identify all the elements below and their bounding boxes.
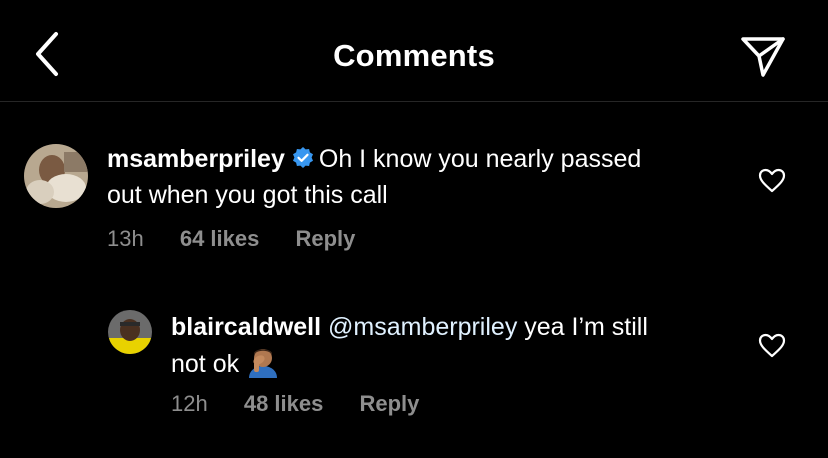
like-button[interactable] xyxy=(758,333,786,359)
mention-link[interactable]: @msamberpriley xyxy=(328,313,517,341)
like-button[interactable] xyxy=(758,168,786,194)
heart-icon xyxy=(758,168,786,193)
comment-username[interactable]: blaircaldwell xyxy=(171,313,321,341)
man-facepalming-emoji xyxy=(246,344,280,387)
verified-badge-icon xyxy=(291,146,315,179)
comment-body-line1: yea I’m still xyxy=(524,313,648,341)
comment-body-line2: out when you got this call xyxy=(107,181,388,209)
reply-button[interactable]: Reply xyxy=(295,226,355,252)
comment-item: msamberpriley Oh I know you nearly passed… xyxy=(0,102,828,262)
comment-body-line1: Oh I know you nearly passed xyxy=(318,145,642,173)
comment-body-line2: not ok xyxy=(171,350,240,378)
comment-text: msamberpriley Oh I know you nearly passed… xyxy=(107,143,747,212)
likes-count[interactable]: 48 likes xyxy=(244,391,324,417)
avatar[interactable] xyxy=(108,310,152,354)
comments-header: Comments xyxy=(0,0,828,102)
reply-button[interactable]: Reply xyxy=(359,391,419,417)
comment-username[interactable]: msamberpriley xyxy=(107,145,285,173)
comment-meta: 12h 48 likes Reply xyxy=(171,391,419,417)
avatar[interactable] xyxy=(24,144,88,208)
page-title: Comments xyxy=(333,38,495,73)
comment-time: 12h xyxy=(171,391,208,416)
comment-meta: 13h 64 likes Reply xyxy=(107,226,355,252)
share-button[interactable] xyxy=(738,32,788,80)
likes-count[interactable]: 64 likes xyxy=(180,226,260,252)
comment-time: 13h xyxy=(107,226,144,251)
heart-icon xyxy=(758,333,786,358)
paper-plane-icon xyxy=(741,37,785,77)
comment-text: blaircaldwell @msamberpriley yea I’m sti… xyxy=(171,311,751,387)
reply-comment-item: blaircaldwell @msamberpriley yea I’m sti… xyxy=(0,280,828,450)
